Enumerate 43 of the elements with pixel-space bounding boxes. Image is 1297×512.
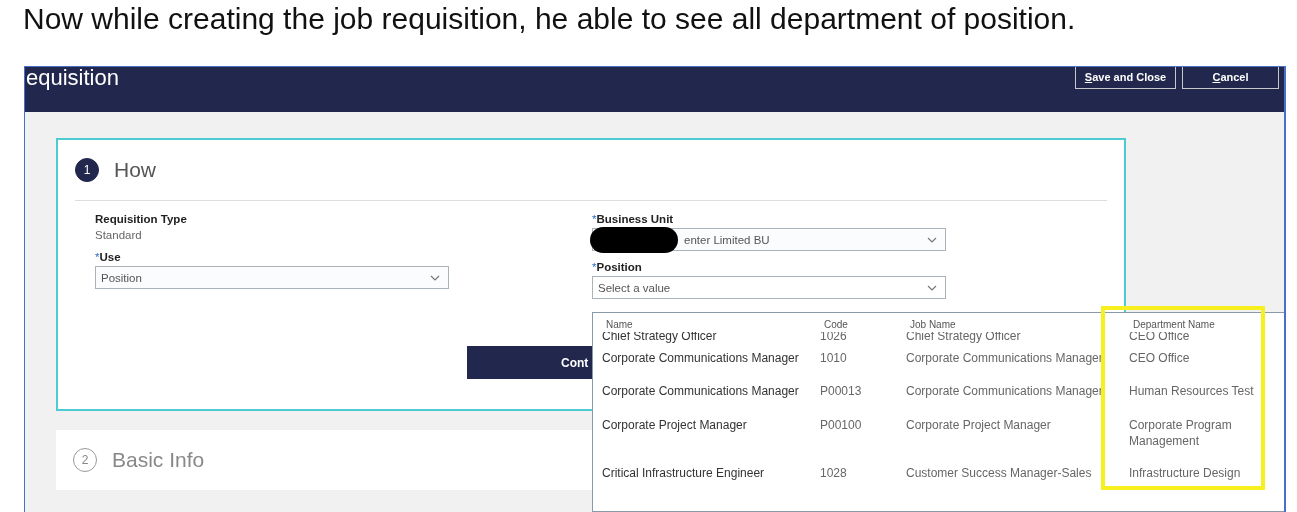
list-cell-text: P00013 (820, 383, 863, 399)
select-field[interactable]: Select a value (592, 276, 946, 299)
list-cell-text: Customer Success Manager-Sales (906, 465, 1093, 481)
list-cell-text: CEO Office (1129, 350, 1191, 366)
list-cell-text: Corporate Program Management (1129, 417, 1233, 449)
select-field[interactable]: Position (95, 266, 449, 289)
list-cell-text: Corporate Communications Manager (906, 383, 1104, 399)
column-header: Department Name (1132, 318, 1216, 330)
chevron-down-icon (927, 284, 937, 291)
list-cell-text: Infrastructure Design (1129, 465, 1242, 481)
list-cell-text: CEO Office (1129, 332, 1191, 344)
column-header: Name (605, 318, 634, 330)
field-value: Standard (95, 229, 143, 241)
column-header: Job Name (909, 318, 957, 330)
field-label: *Position (592, 261, 643, 273)
step-number: 1 (75, 158, 99, 182)
field-label: Requisition Type (95, 213, 188, 225)
cancel-button[interactable]: Cancel (1182, 67, 1279, 89)
page-title: equisition (26, 67, 119, 89)
list-cell-text: P00100 (820, 417, 863, 433)
list-cell[interactable]: Critical Infrastructure Engineer (602, 460, 820, 481)
list-cell-text: 1010 (820, 350, 848, 366)
step-title[interactable]: Basic Info (112, 448, 205, 472)
list-cell[interactable]: Corporate Communications Manager (602, 378, 820, 399)
list-cell-text: Human Resources Test (1129, 383, 1255, 399)
save-and-close-button[interactable]: Save and Close (1075, 67, 1176, 89)
select-field[interactable]: enter Limited BU (592, 228, 946, 251)
chevron-down-icon (927, 236, 937, 243)
step-title[interactable]: How (114, 158, 156, 182)
list-cell-text: Corporate Project Manager (906, 417, 1052, 433)
chevron-down-icon (430, 274, 440, 281)
list-cell[interactable]: Chief Strategy Officer (602, 332, 820, 344)
list-cell-text: Corporate Communications Manager (906, 350, 1104, 366)
list-cell-text: 1028 (820, 465, 848, 481)
caption-text: Now while creating the job requisition, he able to see all department of position. (22, 1, 1077, 37)
list-cell[interactable]: Corporate Project Manager (602, 412, 820, 433)
list-cell-text: Chief Strategy Officer (906, 332, 1022, 344)
field-label: *Business Unit (592, 213, 675, 225)
column-header: Code (823, 318, 849, 330)
list-cell-text: 1026 (820, 332, 848, 344)
field-label: *Use (95, 251, 122, 263)
step-number: 2 (73, 448, 97, 472)
list-cell[interactable]: Corporate Communications Manager (602, 345, 820, 366)
